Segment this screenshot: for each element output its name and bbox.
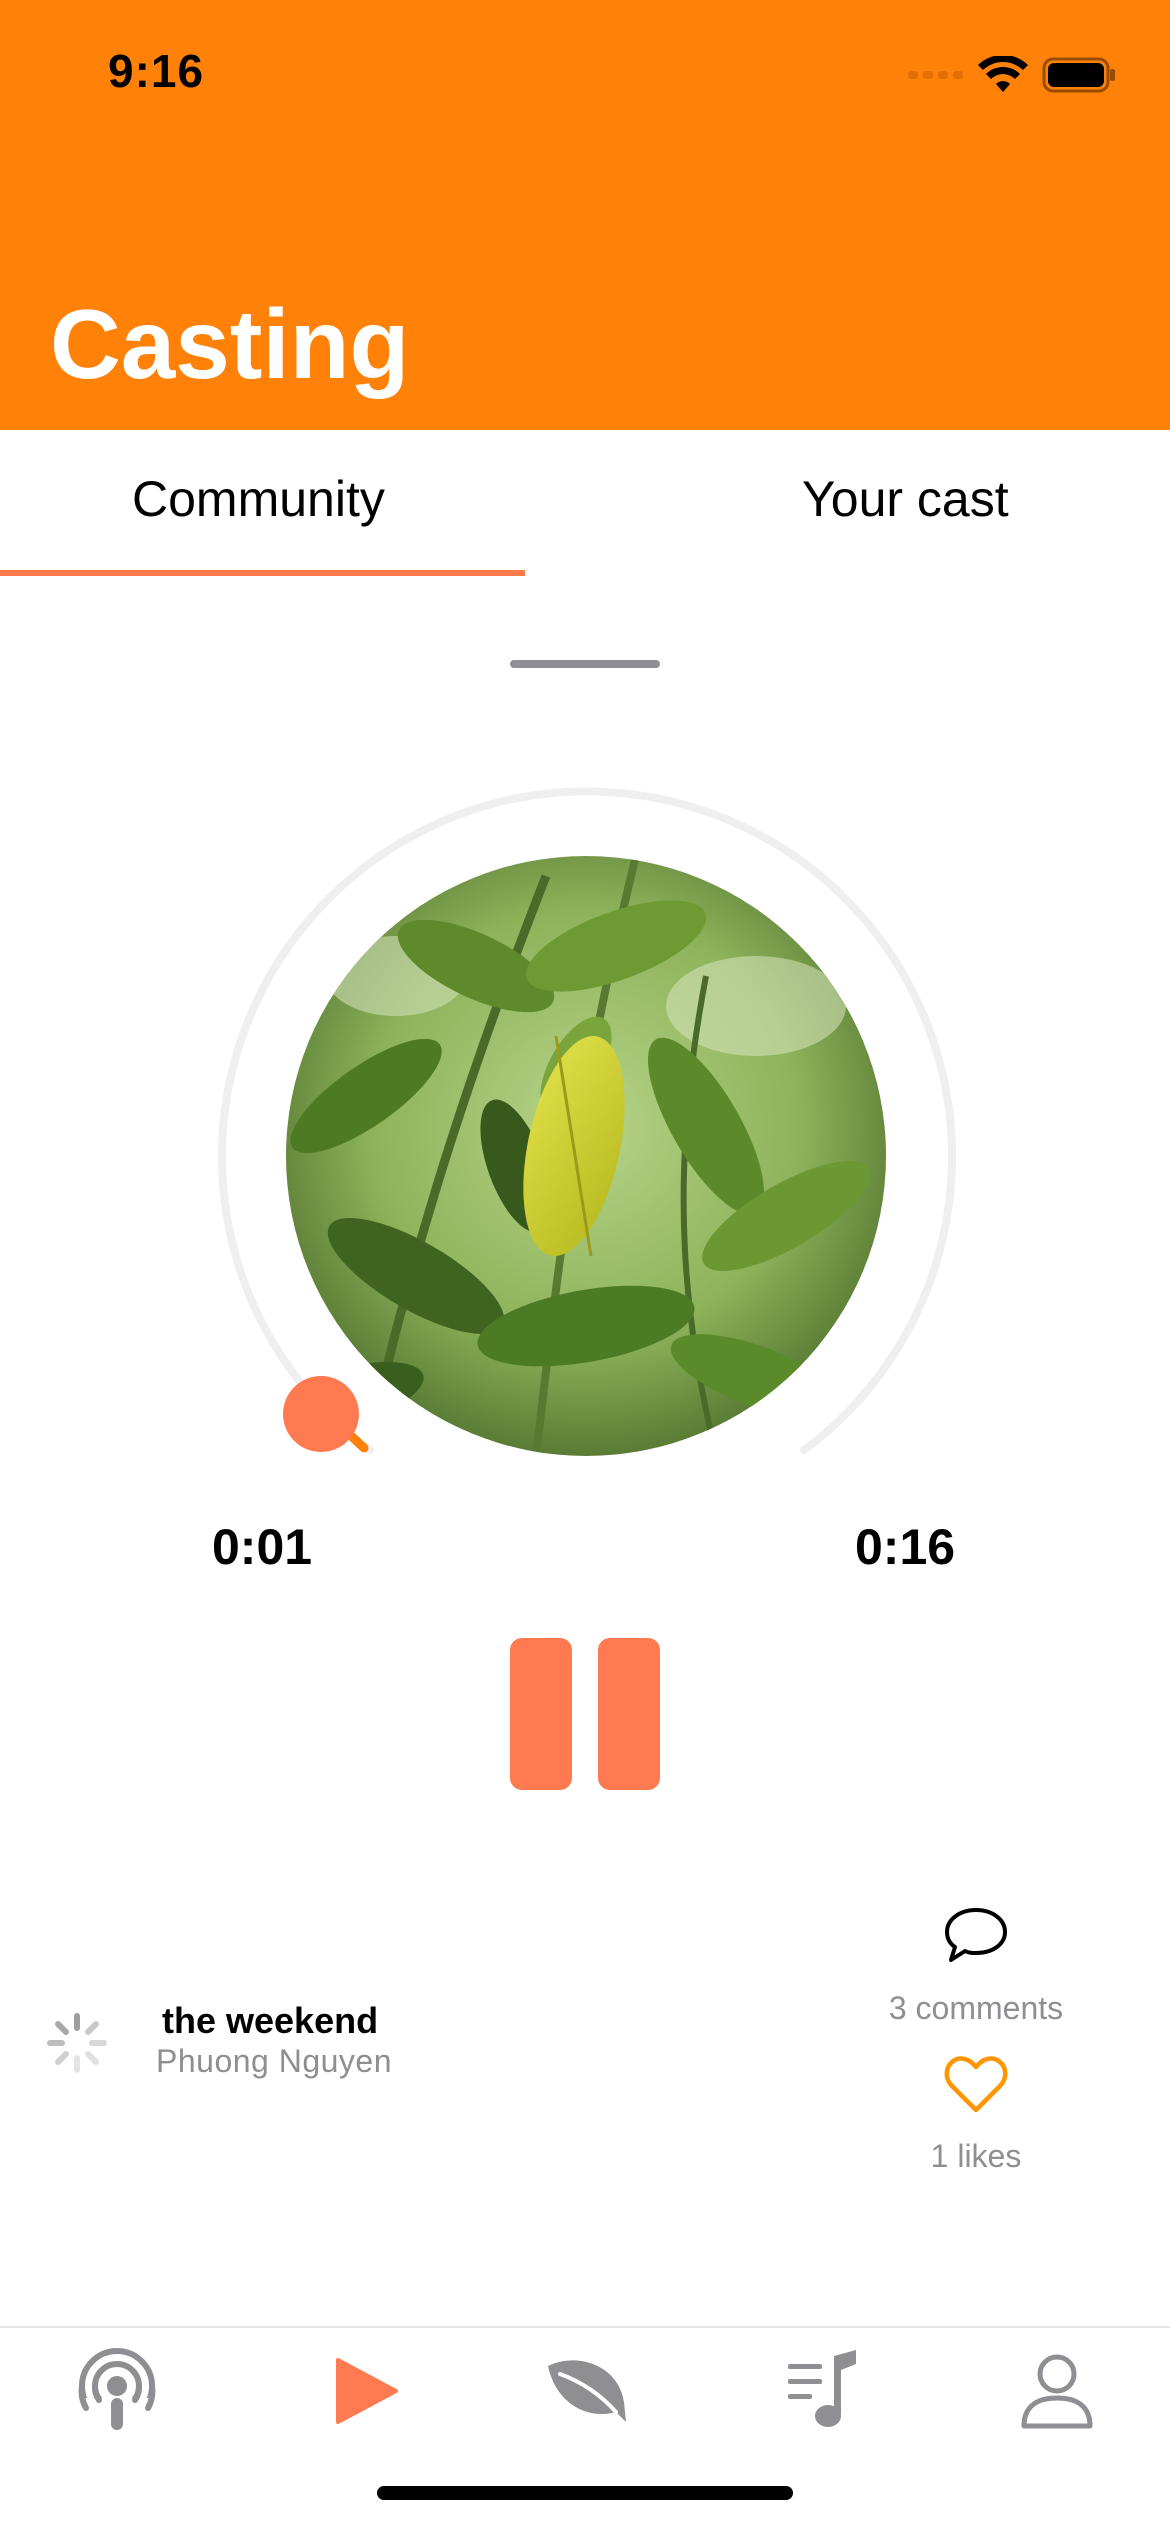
heart-icon[interactable] xyxy=(944,2056,1008,2114)
cellular-signal-icon xyxy=(908,71,963,79)
status-icons xyxy=(908,52,1116,98)
pause-button[interactable] xyxy=(505,1630,665,1800)
plant-leaves-photo xyxy=(286,856,886,1456)
tab-your-cast[interactable]: Your cast xyxy=(802,470,1009,528)
leaf-icon[interactable] xyxy=(542,2346,632,2436)
pause-icon-right-bar xyxy=(598,1638,660,1790)
profile-icon[interactable] xyxy=(1012,2346,1102,2436)
play-icon[interactable] xyxy=(322,2346,412,2436)
total-duration: 0:16 xyxy=(855,1519,956,1575)
home-indicator[interactable] xyxy=(377,2486,793,2500)
status-time: 9:16 xyxy=(108,45,205,97)
loading-spinner-icon xyxy=(47,2013,107,2073)
tab-community[interactable]: Community xyxy=(132,470,385,528)
likes-count[interactable]: 1 likes xyxy=(880,2138,1072,2175)
page-title: Casting xyxy=(50,289,410,399)
podcast-icon[interactable] xyxy=(72,2346,162,2436)
track-artwork xyxy=(286,856,886,1456)
battery-icon xyxy=(1042,57,1115,93)
tab-bar-divider xyxy=(0,2326,1170,2328)
tab-selected-indicator xyxy=(0,570,525,576)
progress-handle[interactable] xyxy=(283,1376,359,1452)
sheet-handle[interactable] xyxy=(510,660,660,668)
track-artist[interactable]: Phuong Nguyen xyxy=(156,2043,392,2080)
playlist-icon[interactable] xyxy=(778,2346,868,2436)
comments-count[interactable]: 3 comments xyxy=(880,1990,1072,2027)
track-title[interactable]: the weekend xyxy=(162,2000,378,2042)
elapsed-time: 0:01 xyxy=(212,1519,313,1575)
wifi-icon xyxy=(978,56,1028,92)
pause-icon-left-bar xyxy=(510,1638,572,1790)
comment-icon[interactable] xyxy=(943,1906,1009,1966)
